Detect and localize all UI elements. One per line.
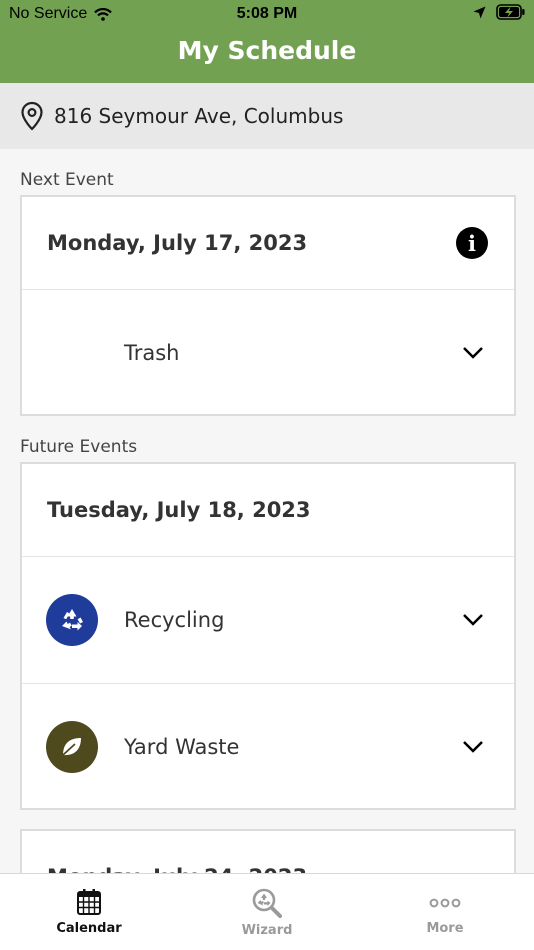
calendar-icon [77, 889, 101, 915]
info-icon[interactable]: i [456, 227, 488, 259]
status-time: 5:08 PM [236, 5, 298, 22]
event-row-recycling[interactable]: Recycling [22, 557, 514, 683]
location-arrow-icon [473, 6, 486, 18]
tab-calendar[interactable]: Calendar [0, 874, 178, 950]
status-bar: No Service 5:08 PM [0, 0, 534, 28]
tab-label: Wizard [241, 923, 293, 938]
page-title: My Schedule [177, 36, 357, 65]
event-date: Tuesday, July 18, 2023 [47, 498, 311, 522]
tab-more[interactable]: More [356, 874, 534, 950]
event-date-header: Tuesday, July 18, 2023 [22, 464, 514, 557]
recycle-icon [46, 594, 98, 646]
future-event-card: Tuesday, July 18, 2023 Recycling Yard Wa… [20, 462, 516, 810]
future-events-label: Future Events [20, 437, 138, 457]
chevron-down-icon[interactable] [462, 740, 484, 754]
tab-label: More [426, 921, 464, 936]
next-event-label: Next Event [20, 170, 114, 190]
chevron-down-icon[interactable] [462, 613, 484, 627]
event-name: Trash [124, 341, 180, 365]
next-event-card: Monday, July 17, 2023 i Trash [20, 195, 516, 416]
more-icon [429, 898, 461, 908]
address-text: 816 Seymour Ave, Columbus [54, 104, 344, 128]
chevron-down-icon[interactable] [462, 346, 484, 360]
location-pin-icon [21, 101, 43, 131]
battery-charging-icon [496, 4, 525, 20]
event-name: Yard Waste [124, 734, 240, 759]
tab-bar: Calendar Wizard More [0, 873, 534, 950]
trash-icon [46, 327, 98, 379]
status-right [473, 4, 526, 20]
tab-wizard[interactable]: Wizard [178, 874, 356, 950]
event-row-trash[interactable]: Trash [22, 290, 514, 416]
leaf-icon [46, 720, 98, 773]
address-bar[interactable]: 816 Seymour Ave, Columbus [0, 83, 534, 149]
nav-bar: My Schedule [0, 28, 534, 83]
event-name: Recycling [124, 608, 225, 632]
event-date: Monday, July 17, 2023 [47, 231, 308, 255]
tab-label: Calendar [56, 921, 122, 936]
event-date-header: Monday, July 17, 2023 i [22, 197, 514, 290]
wizard-search-icon [252, 888, 282, 918]
event-row-yard-waste[interactable]: Yard Waste [22, 683, 514, 809]
